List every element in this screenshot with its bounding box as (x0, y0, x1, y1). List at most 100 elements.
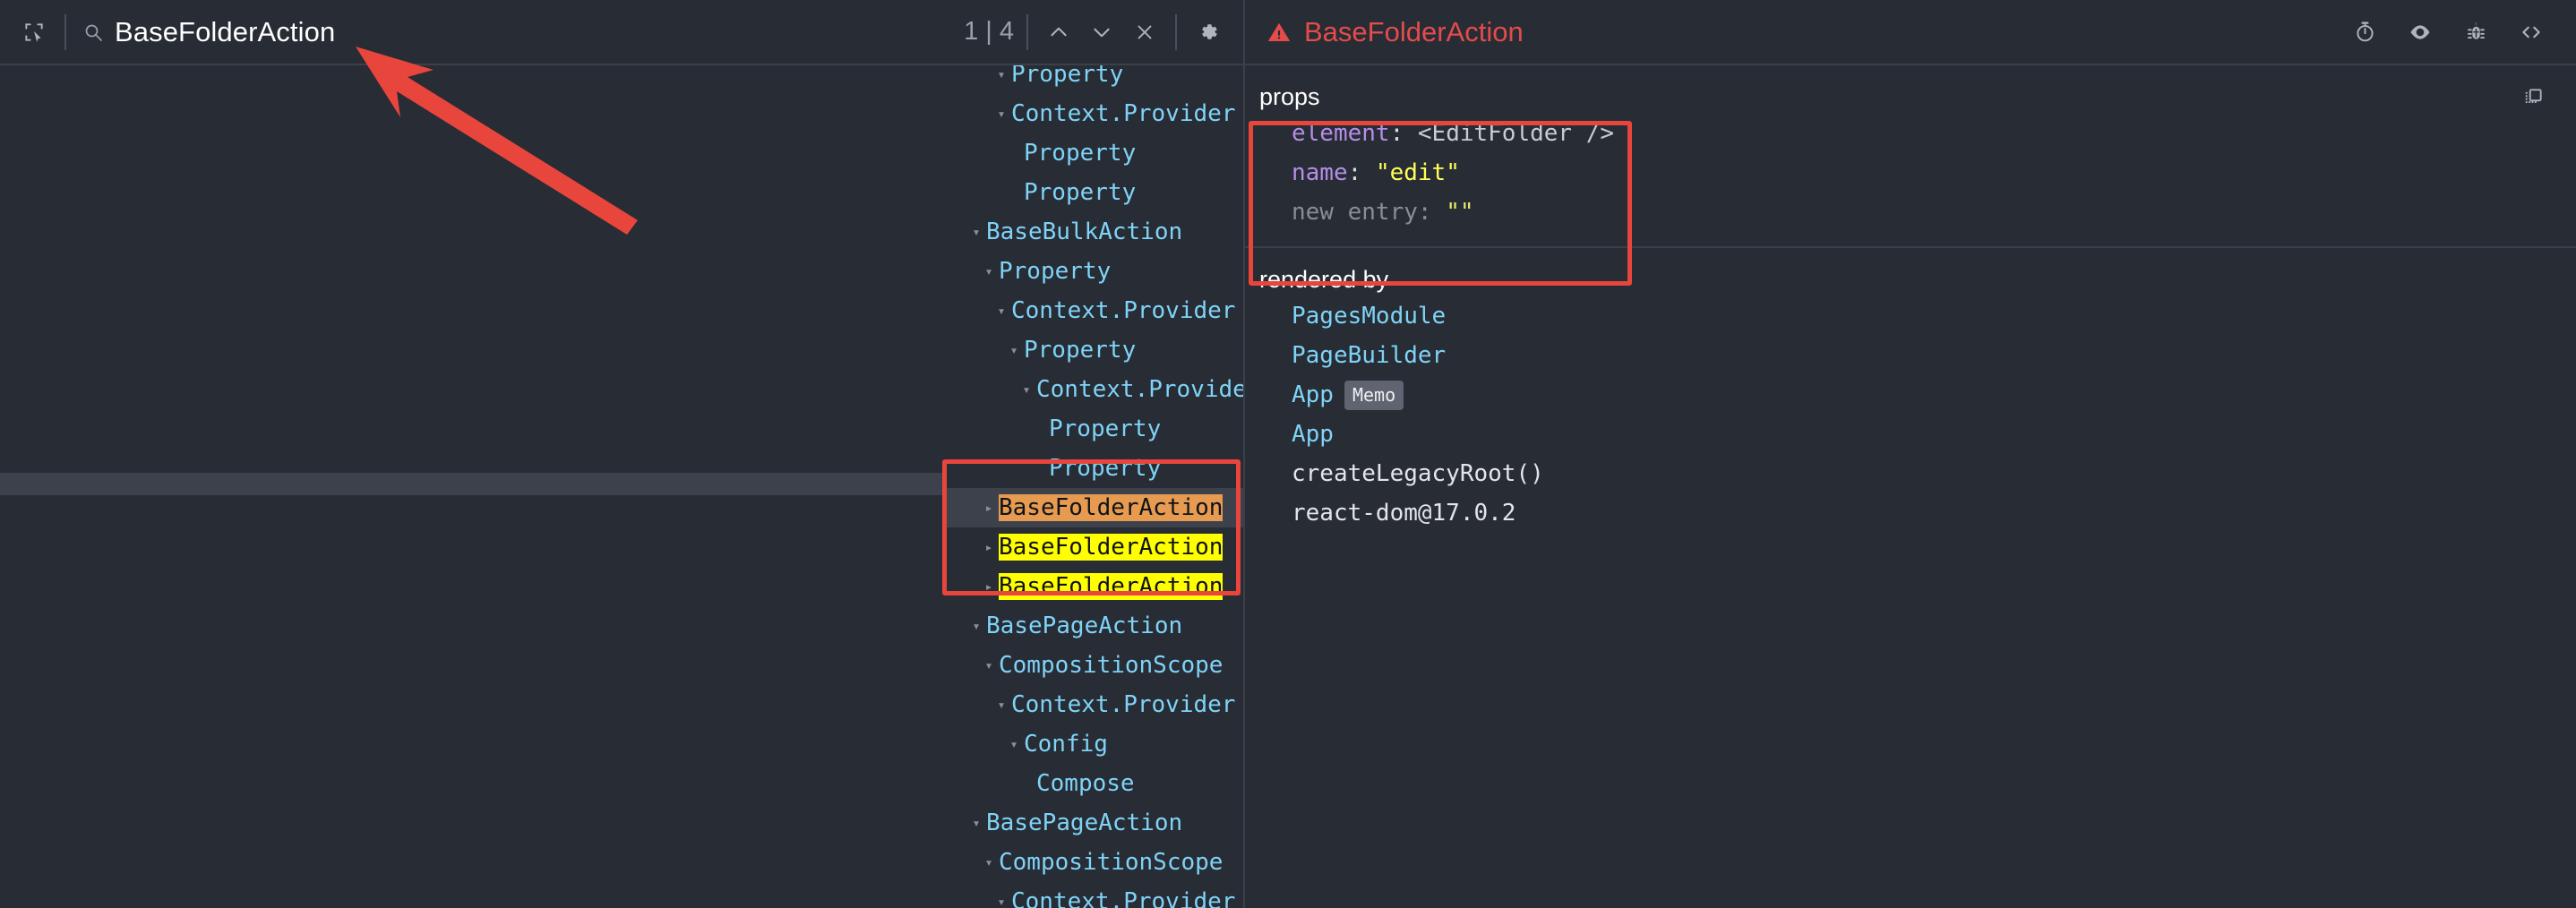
tree-row[interactable]: ▾Property (947, 133, 1243, 173)
rendered-by-row[interactable]: PagesModule (1258, 296, 2576, 336)
tree-row-label: Property (1049, 455, 1161, 482)
prop-colon: : (1390, 120, 1418, 147)
prop-colon: : (1418, 199, 1446, 226)
search-icon (75, 14, 111, 50)
tree-row[interactable]: ▾Property (947, 65, 1243, 94)
tree-row-label: Property (999, 258, 1111, 285)
chevron-down-icon[interactable]: ▾ (992, 107, 1011, 121)
tree-row-label: BaseFolderAction (999, 534, 1223, 561)
tree-row[interactable]: ▾Property (947, 173, 1243, 212)
rendered-by-section: rendered by PagesModulePageBuilderAppMem… (1245, 248, 2576, 547)
tree-row-label: Context.Provider (1011, 691, 1235, 718)
chevron-down-icon[interactable]: ▾ (979, 856, 999, 869)
inspected-component-title: BaseFolderAction (1267, 16, 1524, 48)
rendered-by-heading: rendered by (1258, 262, 2576, 296)
select-element-icon[interactable] (13, 11, 56, 54)
tree-row[interactable]: ▾Compose (947, 764, 1243, 803)
tree-row-label: Property (1024, 179, 1136, 206)
prop-row[interactable]: name: "edit" (1258, 153, 2576, 193)
tree-row[interactable]: ▾CompositionScope (947, 646, 1243, 685)
chevron-right-icon[interactable]: ▸ (979, 501, 999, 515)
chevron-right-icon[interactable]: ▸ (979, 580, 999, 594)
chevron-down-icon[interactable]: ▾ (966, 817, 986, 830)
props-section: props element: <EditFolder />name: "edit… (1245, 65, 2576, 248)
tree-row[interactable]: ▸BaseFolderAction (947, 567, 1243, 606)
prop-value[interactable]: <EditFolder /> (1418, 120, 1614, 147)
rendered-by-row[interactable]: App (1258, 415, 2576, 454)
prop-value[interactable]: "edit" (1376, 159, 1460, 186)
chevron-down-icon[interactable]: ▾ (966, 226, 986, 239)
tree-row-label: Compose (1036, 770, 1135, 797)
chevron-down-icon[interactable]: ▾ (992, 698, 1011, 712)
tree-row-label: BaseFolderAction (999, 494, 1223, 521)
tree-row[interactable]: ▾Property (947, 330, 1243, 370)
prop-value[interactable]: "" (1446, 199, 1473, 226)
chevron-down-icon[interactable]: ▾ (979, 659, 999, 672)
chevron-down-icon[interactable]: ▾ (1017, 383, 1036, 397)
gear-icon[interactable] (1186, 11, 1229, 54)
tree-row[interactable]: ▾Context.Provider (947, 882, 1243, 908)
prop-row[interactable]: new entry: "" (1258, 193, 2576, 232)
rendered-by-row[interactable]: PageBuilder (1258, 336, 2576, 375)
tree-row[interactable]: ▾Context.Provider (947, 685, 1243, 724)
prop-row[interactable]: element: <EditFolder /> (1258, 114, 2576, 153)
copy-to-clipboard-icon[interactable] (2515, 80, 2551, 116)
search-input[interactable] (115, 13, 957, 52)
search-previous-button[interactable] (1037, 11, 1080, 54)
toolbar-divider-2 (1026, 14, 1028, 50)
eye-icon[interactable] (2399, 11, 2442, 54)
bug-icon[interactable] (2454, 11, 2497, 54)
code-brackets-icon[interactable] (2510, 11, 2553, 54)
tree-row[interactable]: ▾BaseBulkAction (947, 212, 1243, 252)
search-field-wrapper: 1 | 4 (75, 0, 1018, 64)
search-match-count: 1 | 4 (960, 17, 1018, 47)
chevron-down-icon[interactable]: ▾ (992, 68, 1011, 81)
tree-row[interactable]: ▾Property (947, 252, 1243, 291)
search-next-button[interactable] (1080, 11, 1123, 54)
close-icon[interactable] (1123, 11, 1166, 54)
inspected-component-name: BaseFolderAction (1304, 16, 1524, 48)
tree-row-label: Property (1024, 140, 1136, 167)
chevron-right-icon[interactable]: ▸ (979, 541, 999, 554)
tree-row[interactable]: ▾CompositionScope (947, 843, 1243, 882)
prop-colon: : (1348, 159, 1376, 186)
tree-row-label: Property (1024, 337, 1136, 364)
tree-row[interactable]: ▾Context.Provider (947, 94, 1243, 133)
chevron-down-icon[interactable]: ▾ (1004, 738, 1024, 751)
component-tree-panel[interactable]: ▾Property▾Context.Provider▾Property▾Prop… (947, 65, 1245, 908)
tree-row-label: Context.Provider (1011, 888, 1235, 908)
rendered-by-label: PagesModule (1292, 296, 1446, 336)
props-heading: props (1258, 80, 2576, 114)
rendered-by-list: PagesModulePageBuilderAppMemoAppcreateLe… (1258, 296, 2576, 533)
tree-row-label: CompositionScope (999, 652, 1223, 679)
chevron-down-icon[interactable]: ▾ (992, 895, 1011, 908)
rendered-by-label: react-dom@17.0.2 (1292, 493, 1516, 533)
tree-row[interactable]: ▾BasePageAction (947, 803, 1243, 843)
tree-row[interactable]: ▸BaseFolderAction (947, 527, 1243, 567)
toolbar-divider-1 (64, 14, 66, 50)
tree-row-label: Context.Provider (1011, 100, 1235, 127)
tree-row[interactable]: ▾Context.Provider (947, 291, 1243, 330)
component-inspector-panel: props element: <EditFolder />name: "edit… (1245, 65, 2576, 908)
tree-row[interactable]: ▾Property (947, 409, 1243, 449)
chevron-down-icon[interactable]: ▾ (966, 620, 986, 633)
tree-row[interactable]: ▾BasePageAction (947, 606, 1243, 646)
tree-row[interactable]: ▾Context.Provider (947, 370, 1243, 409)
selected-row-highlight-band (0, 473, 947, 495)
chevron-down-icon[interactable]: ▾ (1004, 344, 1024, 357)
rendered-by-label: createLegacyRoot() (1292, 454, 1544, 493)
chevron-down-icon[interactable]: ▾ (992, 304, 1011, 318)
tree-row-label: BasePageAction (986, 809, 1182, 836)
chevron-down-icon[interactable]: ▾ (979, 265, 999, 278)
tree-row[interactable]: ▾Config (947, 724, 1243, 764)
rendered-by-row[interactable]: AppMemo (1258, 375, 2576, 415)
prop-key: new entry (1292, 199, 1418, 226)
timer-icon[interactable] (2343, 11, 2386, 54)
toolbar-divider-3 (1175, 14, 1177, 50)
tree-row[interactable]: ▾Property (947, 449, 1243, 488)
inspector-toolbar-icons (2343, 11, 2553, 54)
rendered-by-label: PageBuilder (1292, 336, 1446, 375)
tree-row[interactable]: ▸BaseFolderAction (947, 488, 1243, 527)
rendered-by-label: App (1292, 375, 1334, 415)
toolbar-left-section: 1 | 4 (0, 0, 1245, 64)
